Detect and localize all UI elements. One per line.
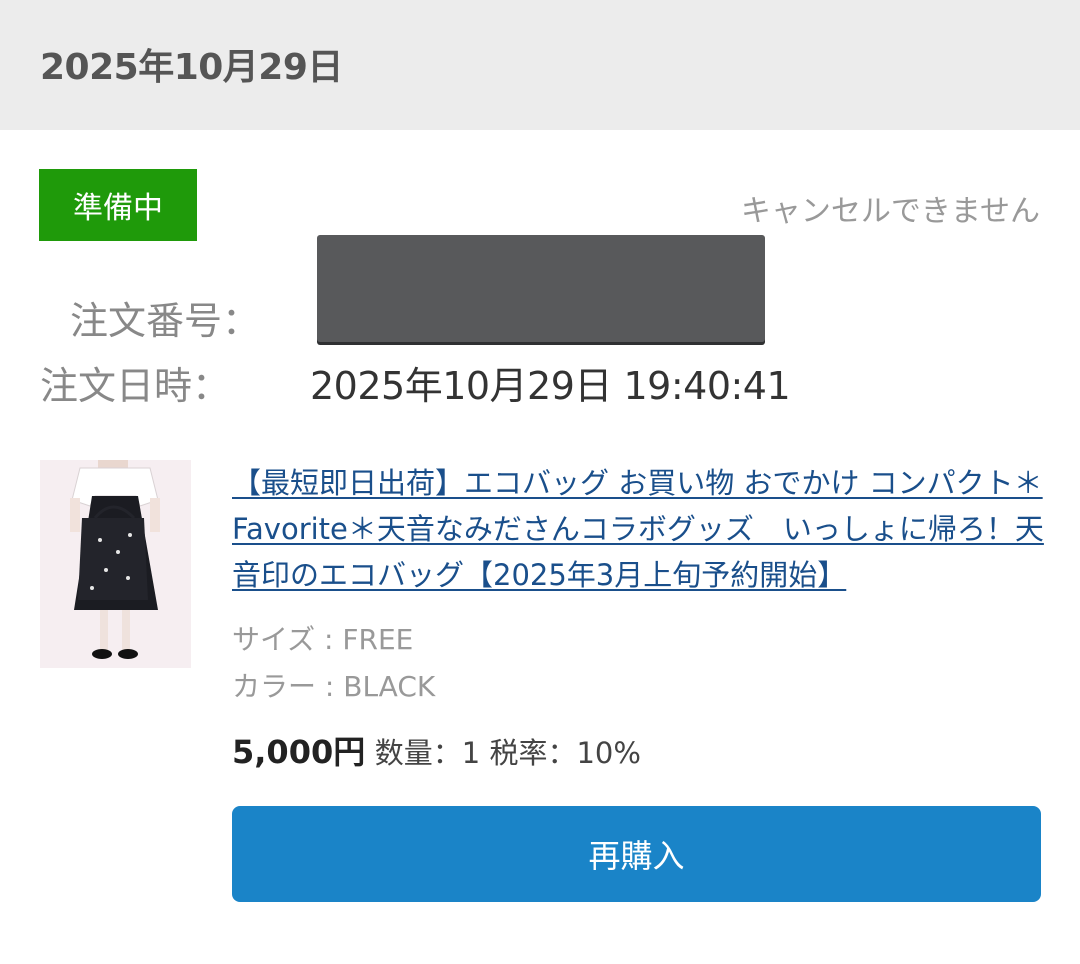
order-number-redaction	[317, 235, 765, 342]
product-color: カラー : BLACK	[232, 670, 436, 703]
order-number-label: 注文番号：	[70, 299, 261, 343]
product-image-icon	[40, 460, 191, 668]
price-line: 5,000円 数量：1 税率：10%	[232, 727, 641, 773]
order-datetime-label: 注文日時：	[40, 364, 231, 408]
product-price: 5,000円	[232, 733, 366, 771]
product-title-link[interactable]: 【最短即日出荷】エコバッグ お買い物 おでかけ コンパクト＊Favorite＊天…	[232, 460, 1047, 598]
cancel-note: キャンセルできません	[740, 194, 1040, 229]
product-thumbnail[interactable]	[40, 460, 191, 668]
order-datetime-value: 2025年10月29日 19:40:41	[310, 364, 791, 408]
rebuy-button[interactable]: 再購入	[232, 806, 1041, 902]
date-header: 2025年10月29日	[0, 0, 1080, 130]
quantity-tax: 数量：1 税率：10%	[374, 736, 641, 770]
order-card: 準備中 キャンセルできません 注文番号： 注文日時： 2025年10月29日 1…	[0, 130, 1080, 964]
product-size: サイズ : FREE	[232, 623, 414, 656]
status-badge: 準備中	[39, 169, 197, 241]
date-header-title: 2025年10月29日	[40, 47, 343, 88]
